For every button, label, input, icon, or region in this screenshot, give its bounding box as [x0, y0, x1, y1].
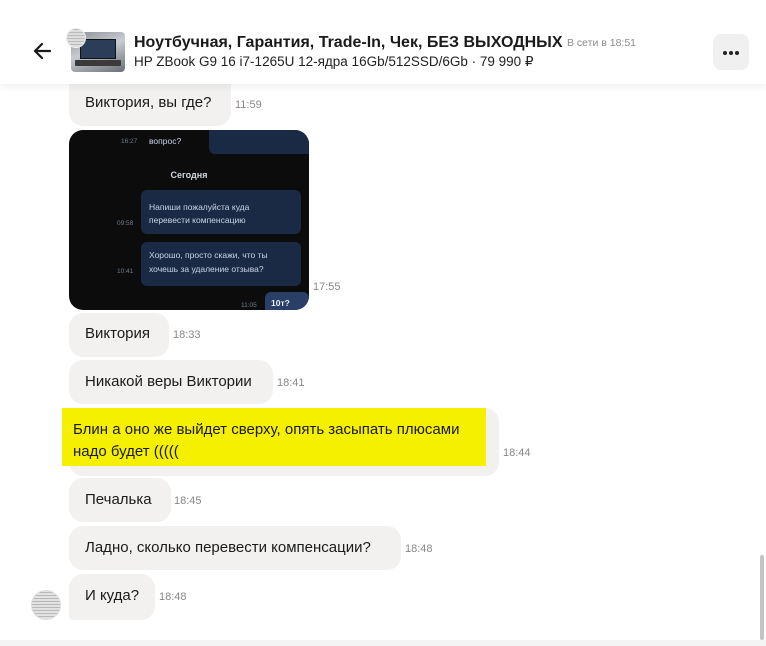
photo-message-text: вопрос?	[149, 136, 182, 146]
chat-header: Ноутбучная, Гарантия, Trade-In, Чек, БЕЗ…	[0, 0, 766, 84]
laptop-screen-image	[80, 39, 116, 59]
message-text: Виктория, вы где?	[85, 94, 212, 111]
photo-message-time: 16:27	[121, 138, 138, 145]
three-dots-icon	[729, 51, 733, 55]
scrollbar[interactable]	[760, 555, 764, 640]
message-time: 18:33	[173, 329, 201, 341]
back-button[interactable]	[28, 36, 58, 66]
photo-day-label: Сегодня	[170, 170, 208, 180]
photo-message-time: 09:58	[117, 220, 134, 227]
photo-message-text: хочешь за удаление отзыва?	[149, 264, 264, 274]
message-time: 11:59	[235, 99, 262, 111]
three-dots-icon	[723, 51, 727, 55]
photo-message-text: перевести компенсацию	[149, 215, 246, 225]
photo-message-bubble	[209, 130, 309, 154]
chat-title[interactable]: Ноутбучная, Гарантия, Trade-In, Чек, БЕЗ…	[134, 34, 563, 52]
message-text: Печалька	[85, 491, 152, 508]
bottom-divider	[0, 640, 766, 646]
message-time: 18:41	[277, 377, 305, 389]
message-time: 18:48	[405, 543, 433, 555]
message-time: 18:44	[503, 447, 531, 459]
screenshot-image[interactable]: вопрос? 16:27 Сегодня Напиши пожалуйста …	[69, 130, 309, 310]
arrow-left-icon	[33, 42, 52, 60]
laptop-base-image	[75, 60, 121, 66]
more-button[interactable]	[713, 34, 749, 70]
message-text: надо будет (((((	[73, 443, 179, 460]
message-text: Блин а оно же выйдет сверху, опять засып…	[73, 421, 460, 438]
message-text: Виктория	[85, 325, 151, 342]
online-status: В сети в 18:51	[567, 37, 637, 49]
message-text: Никакой веры Виктории	[85, 373, 252, 390]
message-time: 18:48	[159, 591, 187, 603]
photo-reply-time: 11:05	[241, 302, 257, 309]
message-time: 18:45	[174, 495, 202, 507]
sender-avatar[interactable]	[31, 590, 61, 620]
message-text: И куда?	[85, 587, 140, 604]
listing-subtitle[interactable]: HP ZBook G9 16 i7-1265U 12-ядра 16Gb/512…	[134, 54, 534, 70]
photo-reply-text: 10т?	[271, 298, 290, 308]
photo-message-text: Напиши пожалуйста куда	[149, 202, 250, 212]
photo-message-text: Хорошо, просто скажи, что ты	[149, 250, 268, 260]
three-dots-icon	[735, 51, 739, 55]
message-time: 17:55	[313, 281, 341, 293]
seller-avatar	[66, 28, 86, 48]
photo-message-time: 10:41	[117, 268, 134, 275]
message-text: Ладно, сколько перевести компенсации?	[85, 539, 371, 556]
